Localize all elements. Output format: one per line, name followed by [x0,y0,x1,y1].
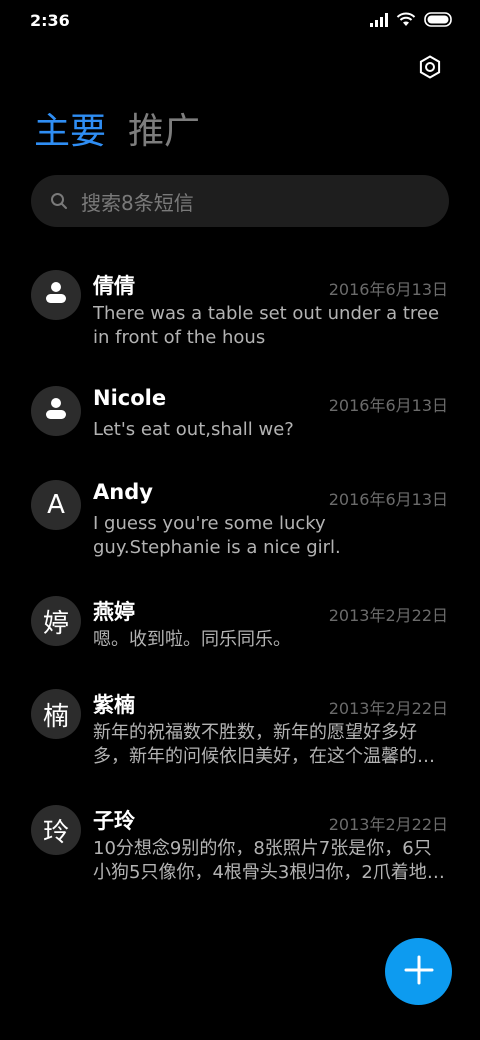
status-time: 2:36 [30,11,70,30]
message-preview: I guess you're some lucky guy.Stephanie … [93,513,341,558]
avatar [31,386,81,436]
message-date: 2013年2月22日 [328,606,448,625]
person-icon [44,280,68,311]
conversation-item[interactable]: 婷 燕婷 2013年2月22日 嗯。收到啦。同乐同乐。 [0,584,480,664]
message-date: 2016年6月13日 [328,490,448,509]
contact-name: Nicole [93,386,167,410]
search-icon [49,191,69,211]
avatar: 婷 [31,596,81,646]
conversation-item[interactable]: 楠 紫楠 2013年2月22日 新年的祝福数不胜数，新年的愿望好多好多，新年的问… [0,677,480,777]
message-date: 2013年2月22日 [328,699,448,718]
tab-main[interactable]: 主要 [34,108,106,156]
search-input[interactable]: 搜索8条短信 [31,175,449,227]
message-preview: 10分想念9别的你，8张照片7张是你，6只小狗5只像你，4根骨头3根归你，2爪着… [93,838,439,883]
avatar: A [31,480,81,530]
tab-promotions[interactable]: 推广 [128,108,200,156]
conversation-item[interactable]: A Andy 2016年6月13日 I guess you're some lu… [0,468,480,568]
tab-bar: 主要 推广 [34,108,200,156]
conversation-item[interactable]: 玲 子玲 2013年2月22日 10分想念9别的你，8张照片7张是你，6只小狗5… [0,793,480,893]
new-message-button[interactable] [385,938,452,1005]
contact-name: 倩倩 [93,274,135,298]
message-preview: Let's eat out,shall we? [93,419,294,440]
message-date: 2016年6月13日 [328,280,448,299]
settings-button[interactable] [414,53,446,85]
conversation-item[interactable]: 倩倩 2016年6月13日 There was a table set out … [0,258,480,358]
avatar [31,270,81,320]
message-date: 2013年2月22日 [328,815,448,834]
contact-name: 紫楠 [93,693,135,717]
avatar: 玲 [31,805,81,855]
wifi-icon [396,12,416,31]
status-bar: 2:36 [0,0,480,40]
settings-icon [418,55,442,83]
search-placeholder: 搜索8条短信 [81,190,194,215]
person-icon [44,396,68,427]
plus-icon [404,955,434,989]
status-icons [370,12,454,31]
message-date: 2016年6月13日 [328,396,448,415]
conversation-item[interactable]: Nicole 2016年6月13日 Let's eat out,shall we… [0,374,480,454]
message-preview: 嗯。收到啦。同乐同乐。 [93,629,291,650]
battery-icon [424,12,454,31]
contact-name: Andy [93,480,153,504]
signal-icon [370,12,388,31]
avatar: 楠 [31,689,81,739]
contact-name: 子玲 [93,809,135,833]
message-preview: 新年的祝福数不胜数，新年的愿望好多好多，新年的问候依旧美好，在这个温馨的时刻，祝… [93,722,435,767]
contact-name: 燕婷 [93,600,135,624]
message-preview: There was a table set out under a tree i… [93,303,440,348]
